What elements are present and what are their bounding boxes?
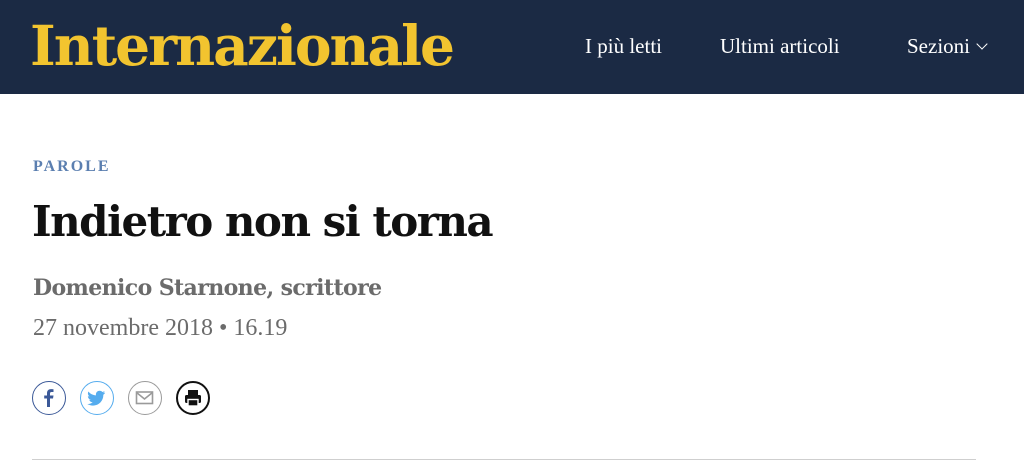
nav-sections-label: Sezioni: [907, 34, 970, 58]
print-button[interactable]: [176, 381, 210, 415]
mail-icon: [135, 391, 154, 405]
facebook-share-button[interactable]: [32, 381, 66, 415]
site-header: Internazionale I più letti Ultimi artico…: [0, 0, 1024, 94]
article-category[interactable]: PAROLE: [33, 156, 110, 178]
nav-most-read[interactable]: I più letti: [585, 31, 662, 61]
article-title: Indietro non si torna: [32, 197, 494, 246]
article-author[interactable]: Domenico Starnone, scrittore: [33, 272, 382, 304]
chevron-down-icon: [976, 38, 988, 50]
facebook-icon: [44, 389, 54, 407]
twitter-share-button[interactable]: [80, 381, 114, 415]
divider: [32, 459, 976, 460]
site-logo[interactable]: Internazionale: [30, 6, 455, 86]
email-share-button[interactable]: [128, 381, 162, 415]
article-date: 27 novembre 2018 • 16.19: [33, 315, 288, 341]
nav-latest-articles[interactable]: Ultimi articoli: [720, 31, 840, 61]
twitter-icon: [87, 390, 105, 406]
nav-sections-menu[interactable]: Sezioni: [907, 31, 988, 61]
print-icon: [185, 390, 201, 407]
